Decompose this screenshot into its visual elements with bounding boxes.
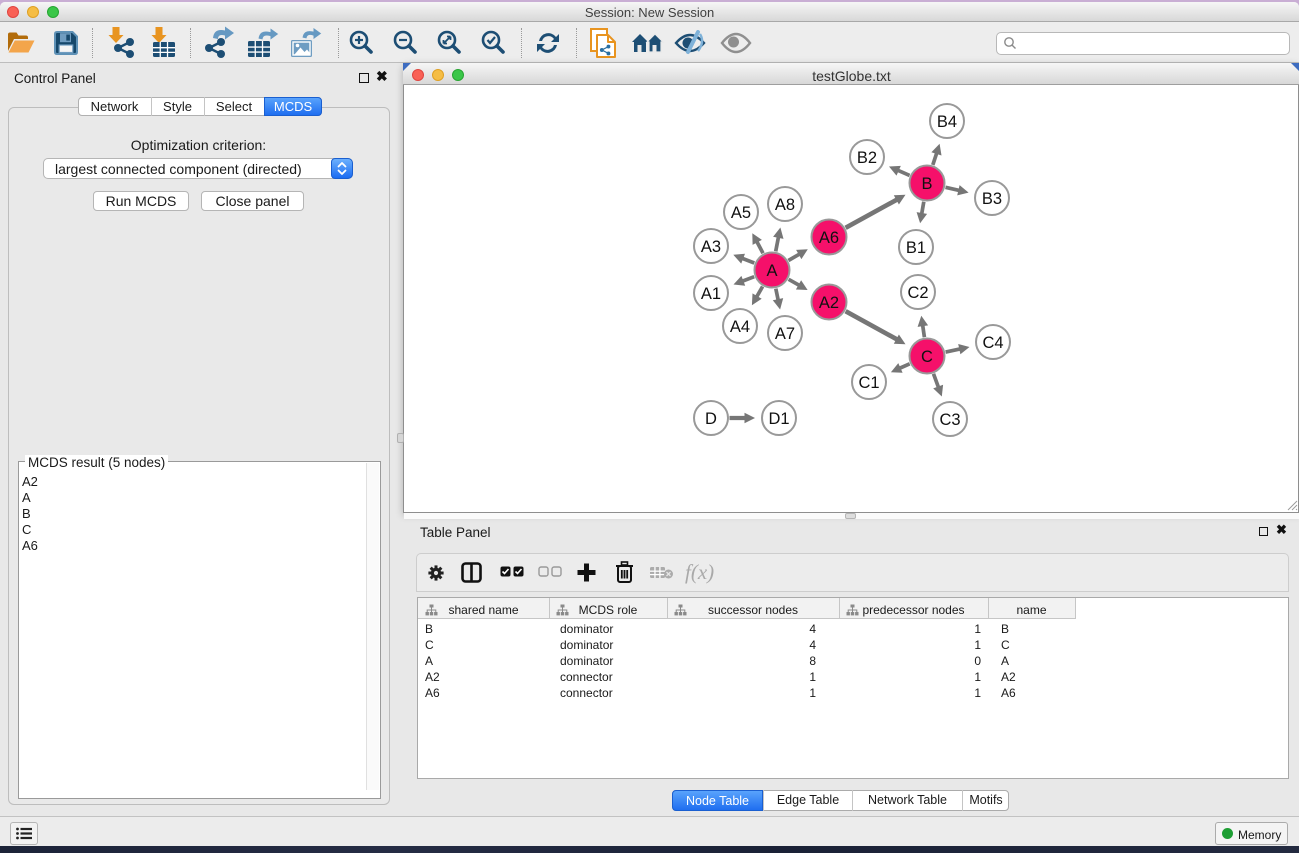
svg-text:C1: C1 [858, 374, 879, 392]
svg-text:A5: A5 [731, 204, 751, 222]
svg-text:C3: C3 [939, 411, 960, 429]
svg-text:B: B [921, 175, 932, 193]
svg-text:B4: B4 [937, 113, 957, 131]
svg-text:A4: A4 [730, 318, 750, 336]
svg-text:C: C [921, 348, 933, 366]
svg-text:A3: A3 [701, 238, 721, 256]
svg-text:B1: B1 [906, 239, 926, 257]
svg-text:A8: A8 [775, 196, 795, 214]
svg-text:C2: C2 [907, 284, 928, 302]
svg-text:A2: A2 [819, 294, 839, 312]
svg-text:B2: B2 [857, 149, 877, 167]
svg-text:B3: B3 [982, 190, 1002, 208]
svg-text:D: D [705, 410, 717, 428]
svg-text:C4: C4 [982, 334, 1003, 352]
svg-text:D1: D1 [768, 410, 789, 428]
svg-text:A6: A6 [819, 229, 839, 247]
svg-text:A1: A1 [701, 285, 721, 303]
svg-text:A7: A7 [775, 325, 795, 343]
svg-text:A: A [766, 262, 777, 280]
